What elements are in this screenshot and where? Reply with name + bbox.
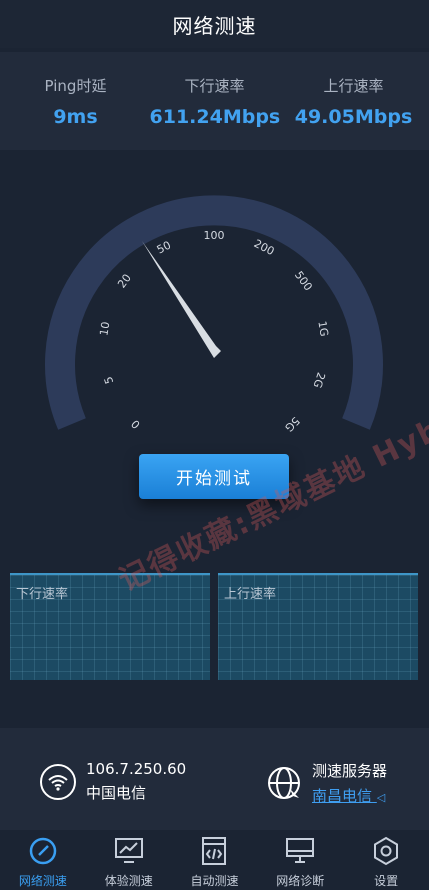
gauge-dial: 0 5 10 20 50 100 200 500 1G 2G 5G [45, 195, 383, 434]
download-graph-label: 下行速率 [16, 587, 69, 602]
upload-graph: 上行速率 [218, 573, 418, 680]
server-title: 测速服务器 [312, 762, 388, 780]
tab-settings[interactable]: 设置 [343, 836, 429, 889]
info-bar: 106.7.250.60 中国电信 测速服务器 南昌电信 ◁ [0, 728, 429, 830]
ping-stat: Ping时延 9ms [11, 75, 141, 128]
gauge-ticks: 0 5 10 20 50 100 200 500 1G 2G 5G [97, 229, 330, 434]
ip-address: 106.7.250.60 [86, 760, 187, 778]
gauge-tick-label: 20 [115, 272, 134, 291]
gauge-tick-label: 0 [129, 417, 143, 431]
gauge-tick-label: 50 [155, 239, 173, 257]
gauge-needle [142, 241, 221, 358]
tab-label: 设置 [374, 874, 399, 888]
start-test-button[interactable]: 开始测试 [139, 454, 289, 499]
monitor-icon [257, 836, 343, 866]
tab-diagnosis[interactable]: 网络诊断 [257, 836, 343, 889]
server-select-link[interactable]: 南昌电信 ◁ [312, 785, 387, 806]
tab-network-speed[interactable]: 网络测速 [0, 836, 86, 889]
experience-chart-icon [86, 836, 172, 866]
globe-icon [266, 765, 302, 801]
gauge-tick-label: 1G [315, 320, 330, 337]
gauge-tick-label: 5G [282, 414, 302, 434]
speed-gauge: 0 5 10 20 50 100 200 500 1G 2G 5G [0, 150, 429, 570]
download-label: 下行速率 [184, 76, 245, 95]
gauge-track [45, 195, 383, 430]
tab-label: 体验测速 [104, 874, 153, 888]
upload-stat: 上行速率 49.05Mbps [289, 75, 419, 128]
upload-label: 上行速率 [323, 76, 384, 95]
server-name: 南昌电信 [312, 787, 373, 805]
download-value: 611.24Mbps [149, 105, 281, 128]
gauge-tick-label: 200 [252, 237, 277, 258]
ping-value: 9ms [53, 105, 98, 128]
app-header: 网络测速 [0, 0, 429, 48]
ping-label: Ping时延 [44, 76, 107, 95]
download-stat: 下行速率 611.24Mbps [149, 75, 281, 128]
tab-label: 自动测速 [190, 874, 239, 888]
gauge-tick-label: 2G [310, 371, 327, 390]
network-info: 106.7.250.60 中国电信 [40, 760, 186, 803]
tab-label: 网络测速 [18, 874, 67, 888]
caret-left-icon: ◁ [376, 791, 386, 804]
carrier-name: 中国电信 [86, 784, 147, 802]
page-title: 网络测速 [172, 13, 257, 38]
tab-auto-test[interactable]: 自动测速 [172, 836, 258, 889]
server-info: 测速服务器 南昌电信 ◁ [266, 760, 387, 806]
tab-experience[interactable]: 体验测速 [86, 836, 172, 889]
gauge-tick-label: 5 [102, 375, 117, 386]
gauge-tick-label: 500 [292, 269, 315, 294]
upload-graph-label: 上行速率 [224, 587, 277, 602]
stats-panel: Ping时延 9ms 下行速率 611.24Mbps 上行速率 49.05Mbp… [0, 52, 429, 150]
tab-label: 网络诊断 [276, 874, 325, 888]
bottom-tab-bar: 网络测速 体验测速 自动测速 网络诊断 设置 [0, 830, 429, 890]
gauge-tick-label: 100 [204, 229, 225, 242]
speedometer-icon [0, 836, 86, 866]
download-graph: 下行速率 [10, 573, 210, 680]
settings-icon [343, 836, 429, 866]
upload-value: 49.05Mbps [294, 105, 413, 128]
gauge-tick-label: 10 [97, 321, 112, 337]
auto-test-icon [172, 836, 258, 866]
wifi-icon [40, 763, 76, 800]
